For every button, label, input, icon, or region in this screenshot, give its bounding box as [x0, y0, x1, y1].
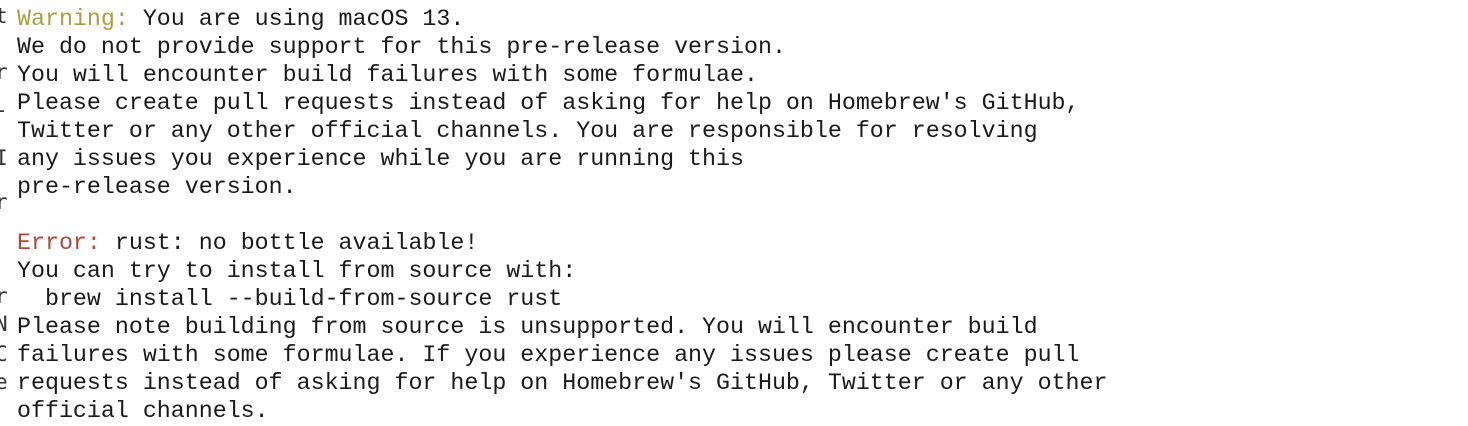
output-line: Please create pull requests instead of a…: [17, 90, 1080, 116]
command-suggestion: brew install --build-from-source rust: [17, 286, 563, 312]
error-message: rust: no bottle available!: [100, 230, 479, 256]
edge-glyph: -: [0, 100, 8, 121]
error-line: Error: rust: no bottle available!: [17, 229, 1107, 257]
edge-glyph: r: [0, 284, 8, 308]
error-label: Error:: [17, 230, 101, 256]
edge-glyph: r: [0, 190, 8, 214]
output-line: We do not provide support for this pre-r…: [17, 34, 786, 60]
output-line: requests instead of asking for help on H…: [17, 370, 1108, 396]
edge-glyph: N: [0, 312, 8, 336]
output-line: You can try to install from source with:: [17, 258, 577, 284]
edge-glyph: t: [0, 4, 8, 28]
warning-message: You are using macOS 13.: [128, 6, 465, 32]
edge-glyph: I: [0, 146, 8, 170]
edge-glyph: e: [0, 370, 8, 394]
terminal-window[interactable]: t r - I r r N C e Warning: You are using…: [0, 0, 1468, 426]
warning-label: Warning:: [17, 6, 129, 32]
edge-glyph: C: [0, 342, 8, 366]
output-line: official channels.: [17, 398, 269, 424]
output-line: failures with some formulae. If you expe…: [17, 342, 1080, 368]
terminal-output[interactable]: Warning: You are using macOS 13. We do no…: [17, 5, 1107, 425]
output-line: any issues you experience while you are …: [17, 146, 744, 172]
output-line: You will encounter build failures with s…: [17, 62, 758, 88]
adjacent-pane-edge: t r - I r r N C e: [0, 0, 8, 426]
output-line: Twitter or any other official channels. …: [17, 118, 1038, 144]
output-line: Please note building from source is unsu…: [17, 314, 1038, 340]
output-line: pre-release version.: [17, 174, 297, 200]
edge-glyph: r: [0, 60, 8, 84]
warning-line: Warning: You are using macOS 13.: [17, 5, 1107, 33]
